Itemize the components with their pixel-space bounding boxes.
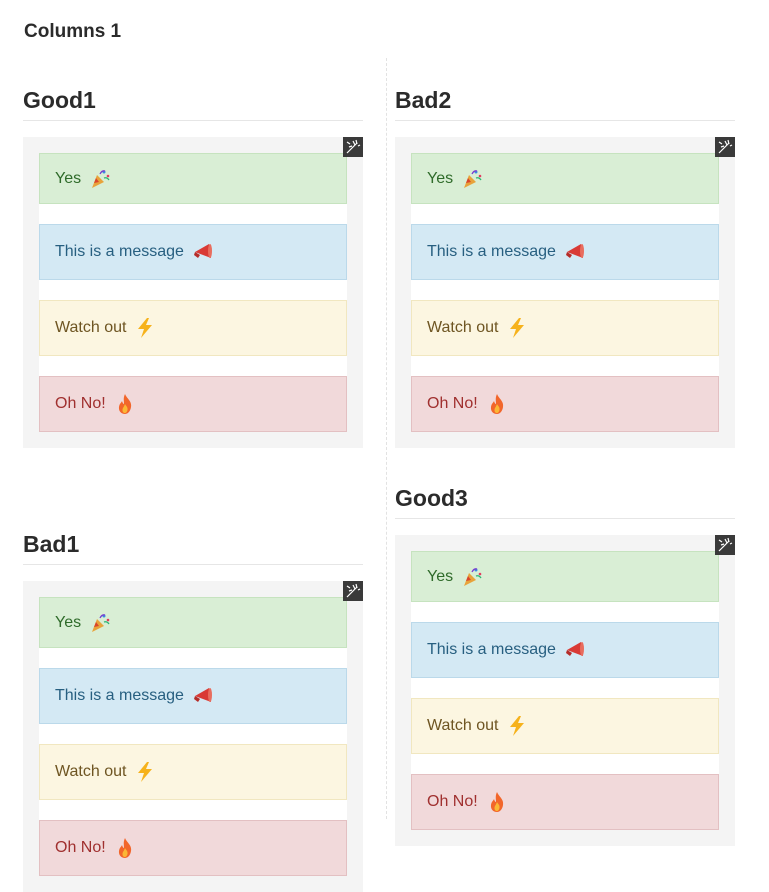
page-title: Columns 1 — [24, 21, 122, 42]
alert-text: This is a message — [55, 243, 184, 260]
fire-icon — [486, 393, 508, 415]
party-popper-icon — [89, 612, 111, 634]
megaphone-icon — [192, 685, 214, 707]
alert-text: Watch out — [427, 319, 499, 336]
alerts-list: Yes This is a message Watch out Oh No! — [411, 153, 719, 432]
alerts-list: Yes This is a message Watch out Oh No! — [39, 597, 347, 876]
alert-info: This is a message — [39, 668, 347, 724]
section-good3: Good3 Yes This is a message Watch out Oh… — [395, 484, 735, 846]
section-bad1: Bad1 Yes This is a message Watch out Oh … — [23, 530, 363, 892]
alert-text: This is a message — [427, 243, 556, 260]
alert-text: Oh No! — [55, 395, 106, 412]
alert-info: This is a message — [411, 622, 719, 678]
alert-success: Yes — [39, 153, 347, 204]
section-title: Good3 — [395, 484, 735, 519]
section-good1: Good1 Yes This is a message Watch out Oh… — [23, 86, 363, 448]
fire-icon — [114, 837, 136, 859]
edit-toggle-icon[interactable] — [343, 581, 363, 601]
column-divider — [386, 58, 387, 819]
party-popper-icon — [89, 168, 111, 190]
alert-text: Watch out — [55, 319, 127, 336]
alert-success: Yes — [411, 153, 719, 204]
alert-warning: Watch out — [411, 698, 719, 754]
alert-info: This is a message — [411, 224, 719, 280]
alert-text: This is a message — [427, 641, 556, 658]
alert-danger: Oh No! — [39, 376, 347, 432]
alert-danger: Oh No! — [39, 820, 347, 876]
megaphone-icon — [564, 639, 586, 661]
alert-text: Oh No! — [427, 793, 478, 810]
alert-info: This is a message — [39, 224, 347, 280]
alert-danger: Oh No! — [411, 376, 719, 432]
alert-text: Oh No! — [427, 395, 478, 412]
alert-text: Watch out — [427, 717, 499, 734]
alerts-box: Yes This is a message Watch out Oh No! — [395, 137, 735, 448]
alert-warning: Watch out — [411, 300, 719, 356]
alert-text: Yes — [427, 567, 454, 585]
megaphone-icon — [192, 241, 214, 263]
alert-text: Yes — [427, 169, 454, 187]
edit-toggle-icon[interactable] — [343, 137, 363, 157]
alert-success: Yes — [39, 597, 347, 648]
alert-warning: Watch out — [39, 744, 347, 800]
alert-warning: Watch out — [39, 300, 347, 356]
lightning-icon — [134, 317, 156, 339]
fire-icon — [114, 393, 136, 415]
lightning-icon — [506, 715, 528, 737]
party-popper-icon — [461, 168, 483, 190]
edit-toggle-icon[interactable] — [715, 137, 735, 157]
alerts-list: Yes This is a message Watch out Oh No! — [39, 153, 347, 432]
alerts-box: Yes This is a message Watch out Oh No! — [23, 137, 363, 448]
alert-text: Yes — [55, 613, 82, 631]
alert-success: Yes — [411, 551, 719, 602]
alert-danger: Oh No! — [411, 774, 719, 830]
fire-icon — [486, 791, 508, 813]
party-popper-icon — [461, 566, 483, 588]
megaphone-icon — [564, 241, 586, 263]
section-title: Bad1 — [23, 530, 363, 565]
alert-text: Yes — [55, 169, 82, 187]
alert-text: This is a message — [55, 687, 184, 704]
alerts-box: Yes This is a message Watch out Oh No! — [395, 535, 735, 846]
alert-text: Oh No! — [55, 839, 106, 856]
alert-text: Watch out — [55, 763, 127, 780]
section-title: Good1 — [23, 86, 363, 121]
lightning-icon — [134, 761, 156, 783]
section-bad2: Bad2 Yes This is a message Watch out Oh … — [395, 86, 735, 448]
edit-toggle-icon[interactable] — [715, 535, 735, 555]
lightning-icon — [506, 317, 528, 339]
alerts-box: Yes This is a message Watch out Oh No! — [23, 581, 363, 892]
alerts-list: Yes This is a message Watch out Oh No! — [411, 551, 719, 830]
section-title: Bad2 — [395, 86, 735, 121]
